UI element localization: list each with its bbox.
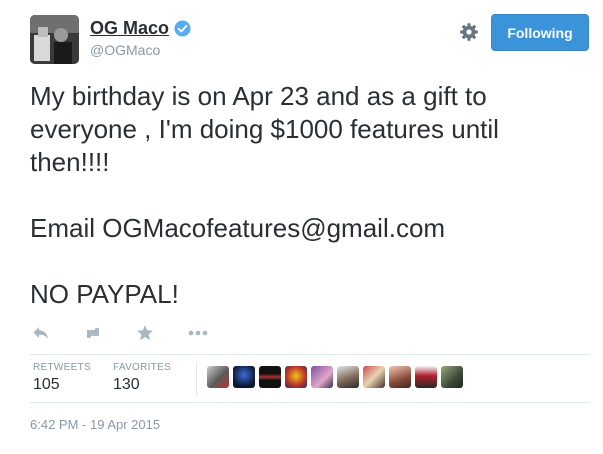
reply-icon[interactable] — [32, 322, 50, 344]
favoriter-avatar[interactable] — [337, 366, 359, 388]
user-handle[interactable]: @OGMaco — [90, 42, 191, 58]
retweet-icon[interactable] — [82, 322, 104, 344]
verified-badge-icon — [174, 20, 191, 37]
favoriter-avatar[interactable] — [441, 366, 463, 388]
divider — [30, 402, 590, 403]
avatar[interactable] — [30, 15, 79, 64]
display-name[interactable]: OG Maco — [90, 18, 169, 39]
favorites-label: FAVORITES — [113, 362, 172, 373]
favoriter-avatar[interactable] — [389, 366, 411, 388]
favoriter-avatar[interactable] — [415, 366, 437, 388]
favorite-icon[interactable] — [136, 322, 154, 344]
favoriter-avatar[interactable] — [207, 366, 229, 388]
tweet-line: Email OGMacofeatures@gmail.com — [30, 213, 446, 243]
favoriters-avatars — [207, 366, 463, 388]
tweet-text: My birthday is on Apr 23 and as a gift t… — [30, 80, 590, 311]
favoriter-avatar[interactable] — [233, 366, 255, 388]
favoriter-avatar[interactable] — [311, 366, 333, 388]
tweet-timestamp[interactable]: 6:42 PM - 19 Apr 2015 — [30, 417, 160, 432]
tweet-line: then!!!! — [30, 147, 110, 177]
tweet-line: My birthday is on Apr 23 and as a gift t… — [30, 81, 487, 111]
more-icon[interactable] — [188, 322, 208, 344]
retweets-label: RETWEETS — [33, 362, 91, 373]
favorites-stat[interactable]: FAVORITES 130 — [113, 362, 171, 394]
name-row: OG Maco — [90, 18, 191, 39]
tweet-actions — [30, 322, 230, 344]
gear-icon[interactable] — [459, 22, 479, 42]
favoriter-avatar[interactable] — [285, 366, 307, 388]
favoriter-avatar[interactable] — [363, 366, 385, 388]
stats-separator — [196, 362, 197, 396]
favorites-count: 130 — [113, 376, 140, 393]
divider — [30, 354, 590, 355]
favoriter-avatar[interactable] — [259, 366, 281, 388]
user-info: OG Maco @OGMaco — [90, 18, 191, 58]
following-button[interactable]: Following — [491, 14, 589, 51]
tweet-line: everyone , I'm doing $1000 features unti… — [30, 114, 499, 144]
retweets-stat[interactable]: RETWEETS 105 — [33, 362, 91, 394]
tweet-line: NO PAYPAL! — [30, 279, 179, 309]
retweets-count: 105 — [33, 376, 60, 393]
